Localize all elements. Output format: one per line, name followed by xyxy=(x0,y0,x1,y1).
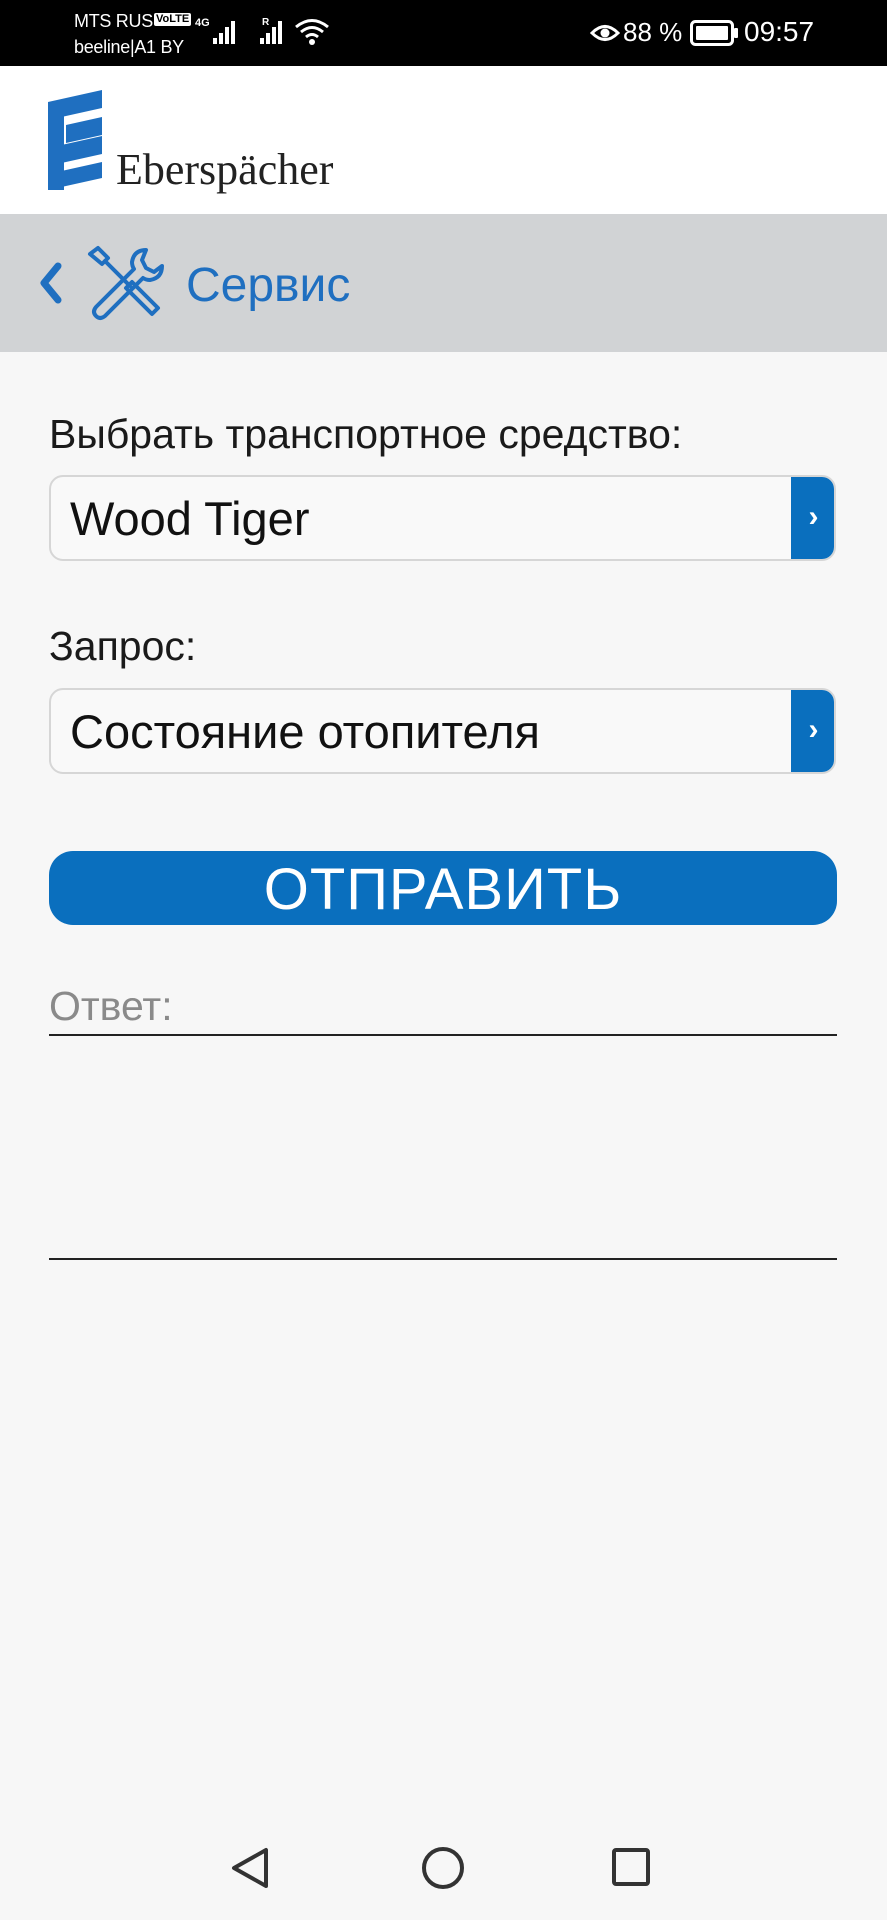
carrier-name-1: MTS RUS xyxy=(74,11,153,31)
answer-bottom-divider xyxy=(49,1258,837,1260)
page-title: Сервис xyxy=(186,259,351,312)
answer-label: Ответ: xyxy=(49,983,173,1029)
vehicle-select-value: Wood Tiger xyxy=(70,492,310,545)
wifi-icon xyxy=(295,19,329,45)
eberspacher-logo-icon xyxy=(48,90,102,190)
answer-output xyxy=(49,1036,837,1258)
signal-strength-icon xyxy=(213,21,235,44)
title-bar: Сервис xyxy=(0,214,887,352)
carrier-name-2: beeline|A1 BY xyxy=(74,37,184,57)
vehicle-select[interactable]: Wood Tiger › xyxy=(49,475,836,561)
request-select[interactable]: Состояние отопителя › xyxy=(49,688,836,774)
request-label: Запрос: xyxy=(49,623,197,669)
roaming-indicator: R xyxy=(262,17,270,28)
eye-comfort-icon xyxy=(590,25,620,41)
status-bar: MTS RUS VoLTE beeline|A1 BY 4G R 88 % 09… xyxy=(0,0,887,66)
nav-home-icon[interactable] xyxy=(419,1846,467,1894)
send-button[interactable]: ОТПРАВИТЬ xyxy=(49,851,837,925)
tools-icon xyxy=(88,246,164,320)
request-select-value: Состояние отопителя xyxy=(70,705,540,758)
back-button[interactable] xyxy=(36,258,68,308)
brand-header: Eberspächer xyxy=(0,66,887,214)
clock: 09:57 xyxy=(744,16,815,47)
battery-icon xyxy=(690,20,738,46)
vehicle-label: Выбрать транспортное средство: xyxy=(49,411,683,457)
chevron-right-icon: › xyxy=(791,690,834,772)
brand-name: Eberspächer xyxy=(116,145,334,194)
chevron-right-icon: › xyxy=(791,477,834,559)
nav-recent-icon[interactable] xyxy=(610,1846,654,1890)
chevron-left-icon xyxy=(40,262,62,304)
navigation-bar xyxy=(0,1810,887,1920)
nav-back-icon[interactable] xyxy=(228,1846,272,1890)
volte-badge: VoLTE xyxy=(154,13,192,26)
battery-percent: 88 % xyxy=(623,17,683,47)
